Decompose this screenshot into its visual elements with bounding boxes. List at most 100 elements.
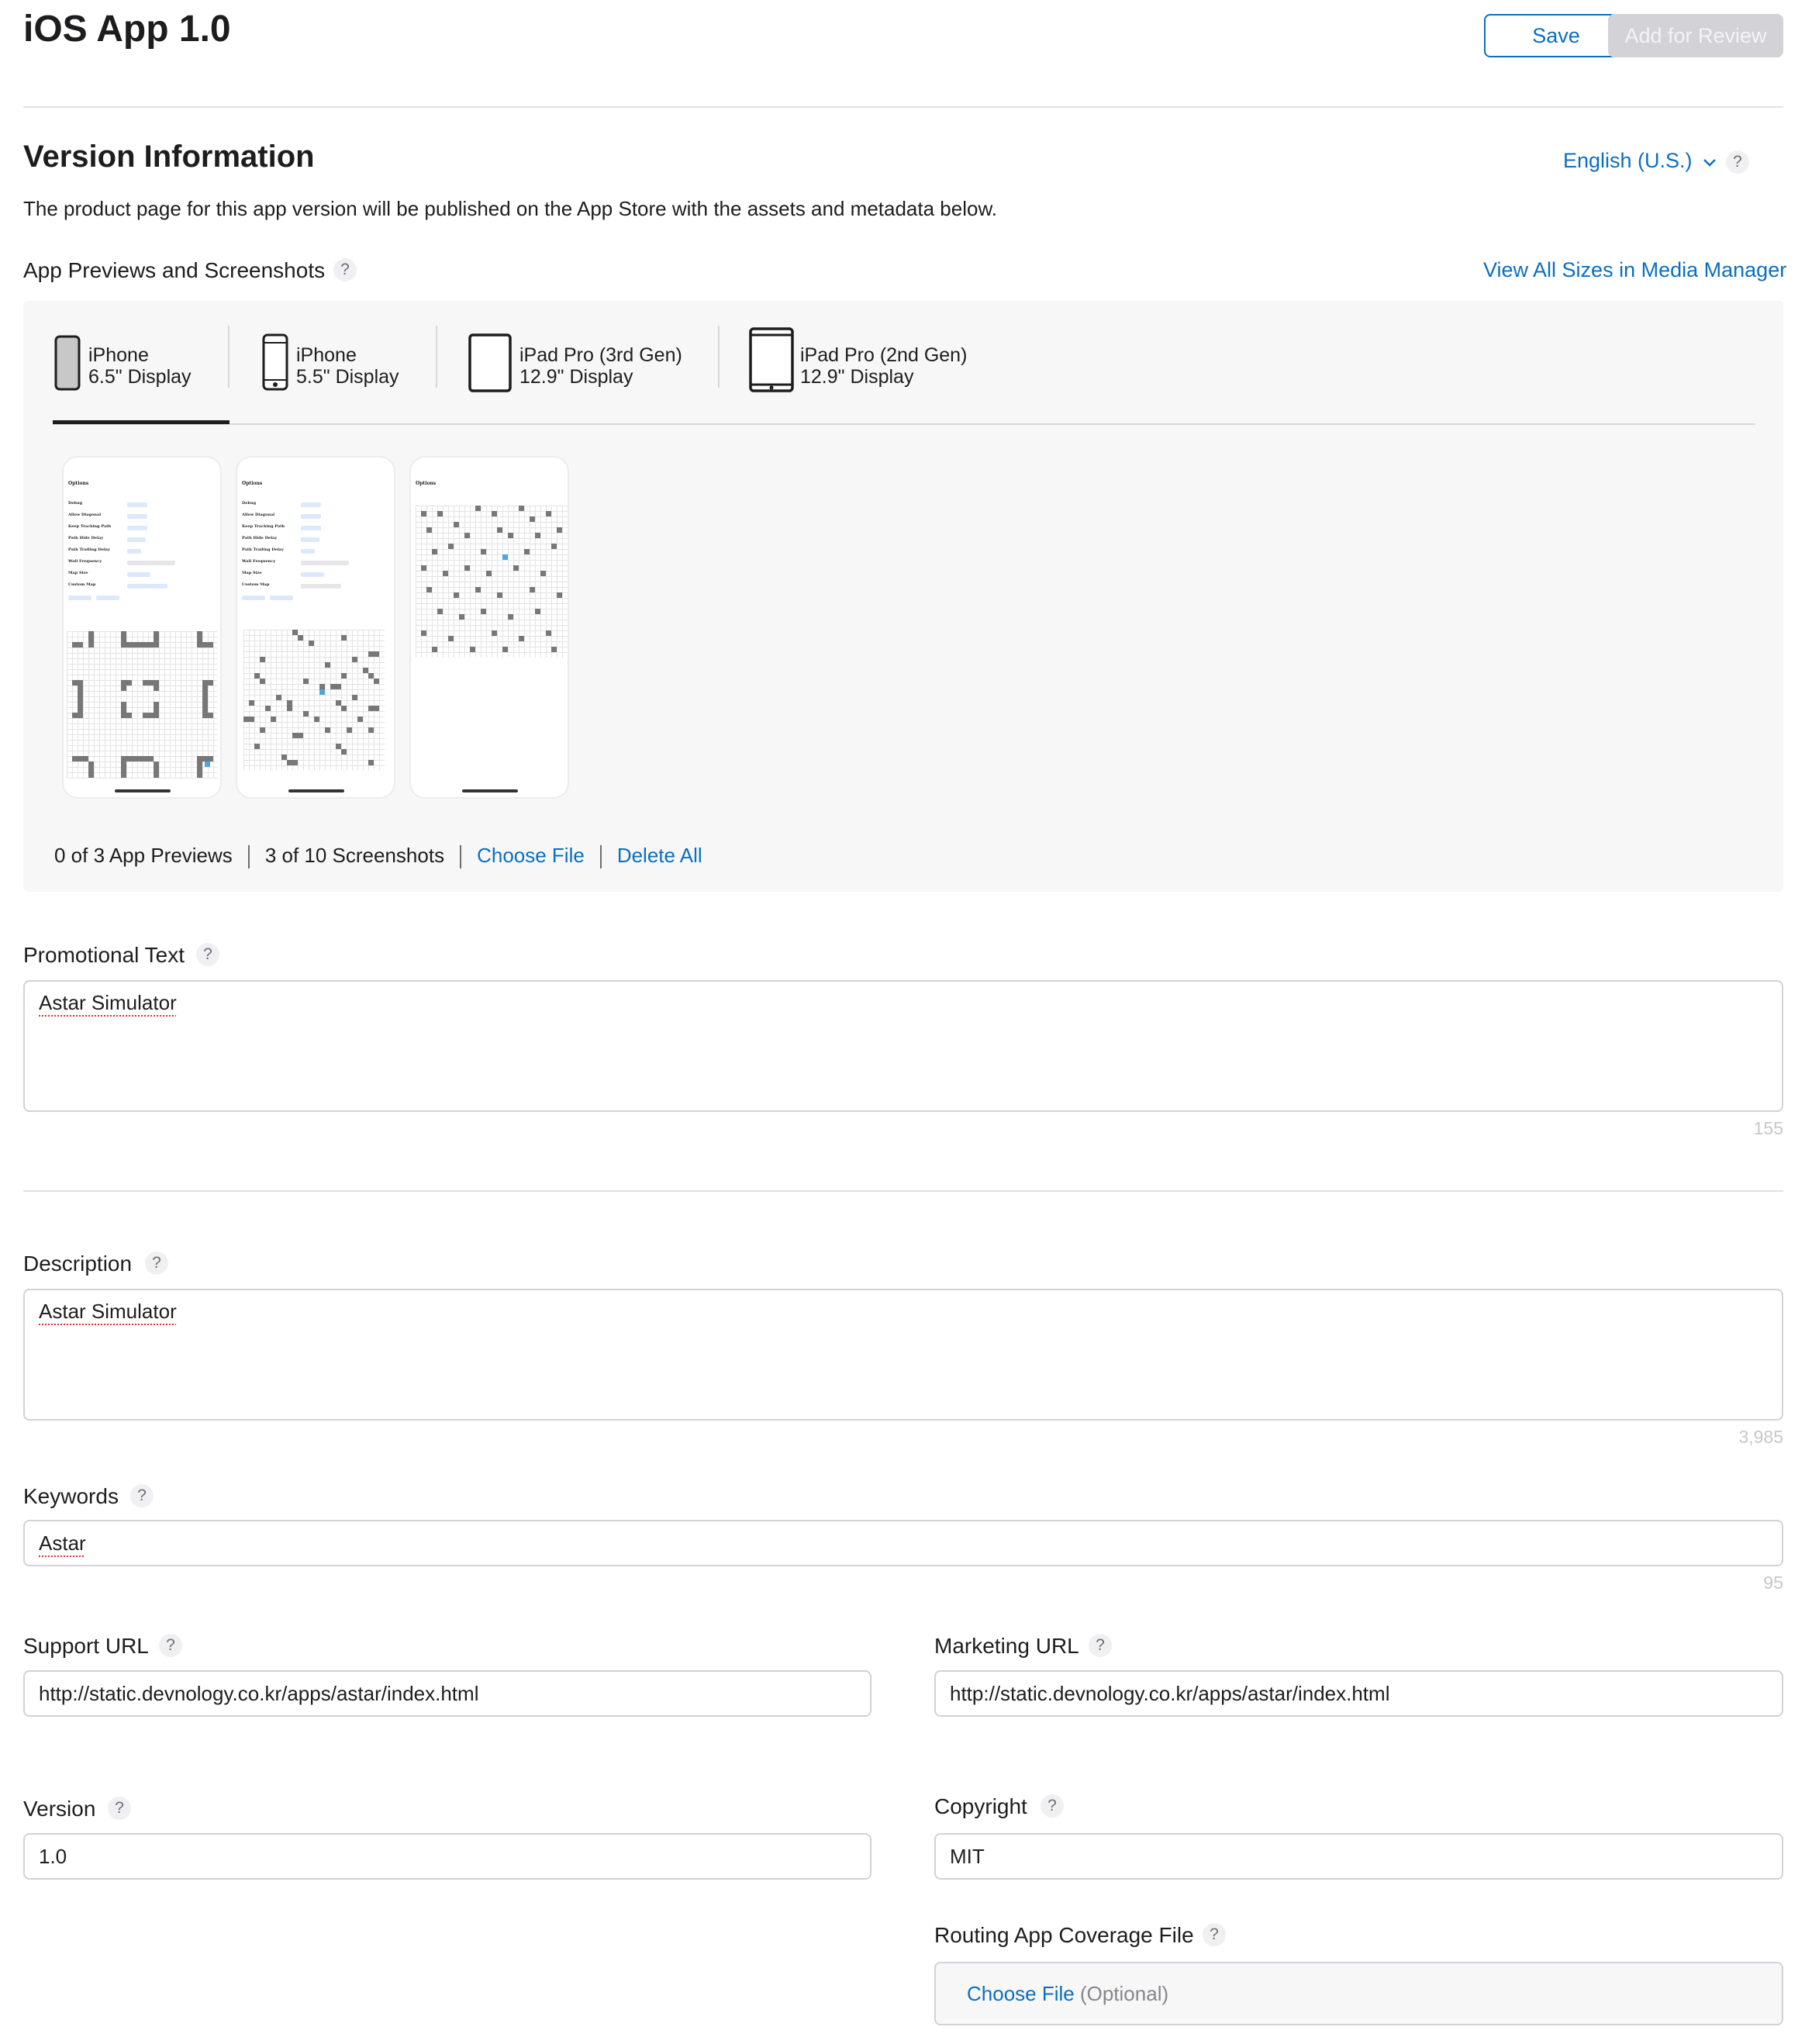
options-title: Options <box>242 481 263 486</box>
maze-grid <box>243 630 385 771</box>
separator <box>599 845 602 869</box>
routing-file-dropzone[interactable]: Choose File (Optional) <box>934 1962 1783 2025</box>
tab-ipad-pro-2nd-gen[interactable]: iPad Pro (2nd Gen) 12.9" Display <box>749 326 982 423</box>
tabs-baseline <box>53 423 1755 425</box>
option-value <box>127 584 167 589</box>
option-label: Custom Map <box>242 582 270 587</box>
media-help-icon[interactable]: ? <box>333 258 357 281</box>
option-value <box>301 526 321 530</box>
options-title: Options <box>68 481 89 486</box>
screenshot-thumbnail-2[interactable]: Options Debug Allow Diagonal Keep Tracki… <box>236 456 395 799</box>
keywords-field[interactable]: Astar <box>23 1520 1783 1566</box>
marketing-url-help-icon[interactable]: ? <box>1089 1634 1112 1657</box>
chevron-down-icon <box>1703 149 1717 173</box>
option-label: Allow Diagonal <box>68 513 102 517</box>
header-divider <box>23 106 1783 108</box>
tab-iphone-6-5[interactable]: iPhone 6.5" Display <box>53 326 230 423</box>
option-value <box>301 537 319 542</box>
option-value <box>127 526 147 530</box>
option-value <box>127 572 150 577</box>
option-button <box>96 596 119 600</box>
promotional-text-value: Astar Simulator <box>39 991 177 1014</box>
description-label: Description <box>23 1252 133 1276</box>
choose-file-link[interactable]: Choose File <box>477 844 585 867</box>
iphone-home-button-icon <box>262 333 288 395</box>
routing-optional-text: (Optional) <box>1079 1982 1169 2005</box>
promotional-text-field[interactable]: Astar Simulator <box>23 980 1783 1112</box>
option-label: Custom Map <box>68 582 96 587</box>
description-counter: 3,985 <box>1738 1427 1783 1447</box>
screenshot-thumbnail-1[interactable]: Options Debug Allow Diagonal Keep Tracki… <box>62 456 222 799</box>
tab-ipad-pro-3rd-gen[interactable]: iPad Pro (3rd Gen) 12.9" Display <box>468 326 701 423</box>
options-title: Options <box>416 481 437 486</box>
keywords-help-icon[interactable]: ? <box>130 1484 154 1507</box>
keywords-counter: 95 <box>1763 1573 1783 1593</box>
keywords-value: Astar <box>39 1531 86 1555</box>
language-label: English (U.S.) <box>1563 149 1693 172</box>
language-help-icon[interactable]: ? <box>1726 150 1749 174</box>
support-url-field[interactable]: http://static.devnology.co.kr/apps/astar… <box>23 1670 871 1717</box>
version-field[interactable]: 1.0 <box>23 1833 871 1880</box>
option-label: Path Trailing Delay <box>242 547 284 552</box>
option-value <box>301 514 321 519</box>
app-previews-count: 0 of 3 App Previews <box>54 844 233 867</box>
add-for-review-button[interactable]: Add for Review <box>1608 14 1783 57</box>
option-button <box>68 596 91 600</box>
description-help-icon[interactable]: ? <box>145 1252 168 1275</box>
tab-label: iPhone 6.5" Display <box>88 344 192 388</box>
promotional-text-label: Promotional Text <box>23 943 185 967</box>
language-selector[interactable]: English (U.S.) <box>1563 149 1717 173</box>
view-all-sizes-link[interactable]: View All Sizes in Media Manager <box>1483 258 1786 282</box>
routing-file-label: Routing App Coverage File <box>934 1923 1194 1947</box>
home-indicator <box>462 789 518 792</box>
option-label: Path Hide Delay <box>68 536 104 540</box>
copyright-field[interactable]: MIT <box>934 1833 1783 1880</box>
option-value <box>127 549 141 554</box>
routing-file-help-icon[interactable]: ? <box>1203 1923 1226 1946</box>
iphone-icon <box>54 335 81 395</box>
page-title: iOS App 1.0 <box>23 9 231 50</box>
version-help-icon[interactable]: ? <box>108 1797 131 1820</box>
marketing-url-field[interactable]: http://static.devnology.co.kr/apps/astar… <box>934 1670 1783 1717</box>
option-label: Map Size <box>242 571 262 575</box>
home-indicator <box>288 789 344 792</box>
option-label: Path Trailing Delay <box>68 547 110 552</box>
option-value <box>301 502 321 507</box>
tab-label: iPhone 5.5" Display <box>296 344 399 388</box>
media-label: App Previews and Screenshots <box>23 258 326 282</box>
home-indicator <box>115 789 171 792</box>
option-value <box>301 549 315 554</box>
option-label: Debug <box>68 501 83 506</box>
description-value: Astar Simulator <box>39 1300 177 1323</box>
option-label: Map Size <box>68 571 88 575</box>
tab-divider <box>436 326 437 388</box>
option-value <box>127 502 147 507</box>
media-status-row: 0 of 3 App Previews 3 of 10 Screenshots Ch… <box>54 844 702 869</box>
routing-choose-file-link[interactable]: Choose File <box>967 1982 1075 2005</box>
tab-divider <box>718 326 720 388</box>
version-label: Version <box>23 1797 96 1821</box>
screenshots-count: 3 of 10 Screenshots <box>264 844 445 867</box>
ipad-home-button-icon <box>749 327 794 396</box>
tab-iphone-5-5[interactable]: iPhone 5.5" Display <box>261 326 439 423</box>
copyright-help-icon[interactable]: ? <box>1041 1794 1064 1818</box>
promotional-text-help-icon[interactable]: ? <box>196 943 219 966</box>
maze-grid <box>416 506 568 658</box>
tab-divider <box>228 326 230 388</box>
marketing-url-label: Marketing URL <box>934 1634 1079 1658</box>
save-button[interactable]: Save <box>1484 14 1628 57</box>
option-label: Wall Frequency <box>242 559 276 564</box>
option-label: Debug <box>242 501 257 506</box>
option-value <box>127 537 146 542</box>
section-divider <box>23 1190 1783 1192</box>
option-label: Allow Diagonal <box>242 513 275 517</box>
option-value <box>301 561 349 565</box>
delete-all-link[interactable]: Delete All <box>617 844 702 867</box>
screenshot-thumbnail-3[interactable]: Options <box>409 456 569 799</box>
option-label: Keep Tracking Path <box>68 524 112 529</box>
support-url-help-icon[interactable]: ? <box>159 1634 182 1657</box>
tab-selected-indicator <box>53 420 230 424</box>
copyright-label: Copyright <box>934 1794 1027 1818</box>
description-field[interactable]: Astar Simulator <box>23 1289 1783 1421</box>
option-label: Wall Frequency <box>68 559 102 564</box>
